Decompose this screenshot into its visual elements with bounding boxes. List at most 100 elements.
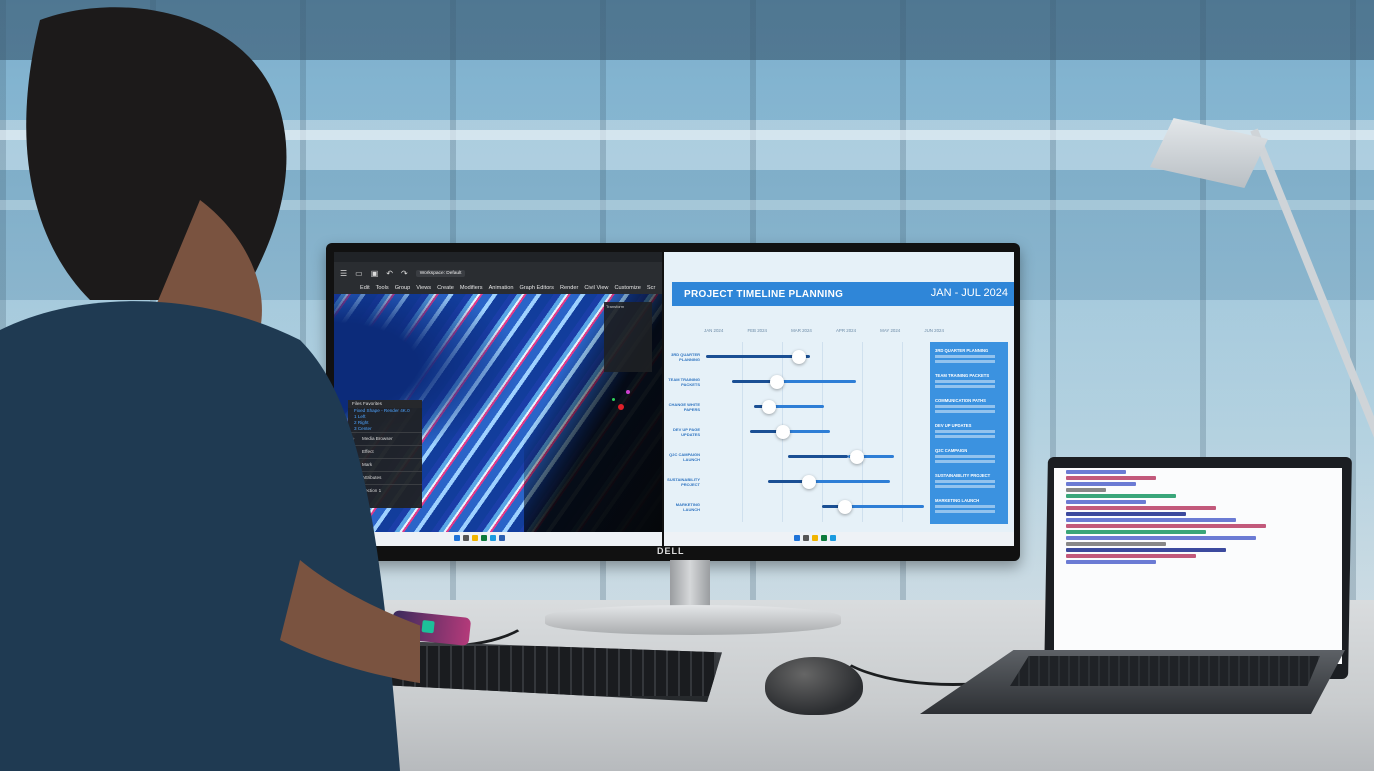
month-label: JUN 2024 xyxy=(924,328,944,333)
menu-render[interactable]: Render xyxy=(560,285,578,291)
side-entry-text xyxy=(935,510,995,513)
row-label: DEV UP PAGE UPDATES xyxy=(673,427,700,437)
row-label: Q2C CAMPAIGN LAUNCH xyxy=(669,452,700,462)
gizmo-green[interactable] xyxy=(612,398,615,401)
month-label: MAR 2024 xyxy=(791,328,812,333)
side-entry-text xyxy=(935,410,995,413)
side-entry: MARKETING LAUNCH xyxy=(935,498,1005,513)
row-knob[interactable] xyxy=(770,375,784,389)
monitor-brand-logo: DELL xyxy=(657,546,685,556)
search-icon[interactable] xyxy=(463,535,469,541)
row-label: MARKETING LAUNCH xyxy=(675,502,700,512)
side-entry-text xyxy=(935,505,995,508)
menu-civil-view[interactable]: Civil View xyxy=(584,285,608,291)
side-entry-text xyxy=(935,385,995,388)
menu-graph-editors[interactable]: Graph Editors xyxy=(519,285,554,291)
side-entry-text xyxy=(935,355,995,358)
side-entry-text xyxy=(935,360,995,363)
month-label: FEB 2024 xyxy=(747,328,767,333)
menu-modifiers[interactable]: Modifiers xyxy=(460,285,483,291)
row-bar xyxy=(788,455,848,458)
timeline-row: 3RD QUARTER PLANNING xyxy=(664,348,934,370)
timeline-date-range: JAN - JUL 2024 xyxy=(930,287,1008,299)
app-icon[interactable] xyxy=(499,535,505,541)
row-bar xyxy=(848,505,924,508)
app-icon[interactable] xyxy=(481,535,487,541)
search-icon[interactable] xyxy=(803,535,809,541)
code-line xyxy=(1066,512,1186,516)
side-entry-text xyxy=(935,460,995,463)
side-entry-title: DEV UP UPDATES xyxy=(935,423,972,428)
browser-icon[interactable] xyxy=(830,535,836,541)
side-entry: COMMUNICATION PATHS xyxy=(935,398,1005,413)
row-label: CHANGE WHITE PAPERS xyxy=(668,402,700,412)
row-knob[interactable] xyxy=(838,500,852,514)
gizmo-magenta[interactable] xyxy=(626,390,630,394)
code-line xyxy=(1066,476,1156,480)
code-line xyxy=(1066,536,1256,540)
code-line xyxy=(1066,560,1156,564)
month-label: JAN 2024 xyxy=(704,328,724,333)
side-entry-text xyxy=(935,435,995,438)
side-entry: TEAM TRAINING PACKETS xyxy=(935,373,1005,388)
menu-customize[interactable]: Customize xyxy=(614,285,640,291)
side-entry: 3RD QUARTER PLANNING xyxy=(935,348,1005,363)
side-entry-text xyxy=(935,430,995,433)
transform-panel: Transform xyxy=(604,302,652,372)
person xyxy=(0,7,420,771)
code-line xyxy=(1066,506,1216,510)
row-knob[interactable] xyxy=(802,475,816,489)
folder-icon[interactable] xyxy=(812,535,818,541)
row-bar xyxy=(776,380,856,383)
taskbar-icons xyxy=(454,535,505,541)
side-entry: SUSTAINABILITY PROJECT xyxy=(935,473,1005,488)
timeline-row: Q2C CAMPAIGN LAUNCH xyxy=(664,448,934,470)
row-knob[interactable] xyxy=(762,400,776,414)
start-icon[interactable] xyxy=(454,535,460,541)
code-editor xyxy=(1054,468,1342,664)
app-icon[interactable] xyxy=(821,535,827,541)
code-line xyxy=(1066,500,1146,504)
menu-scr[interactable]: Scr xyxy=(647,285,655,291)
side-entry-title: MARKETING LAUNCH xyxy=(935,498,980,503)
code-line xyxy=(1066,548,1226,552)
code-line xyxy=(1066,524,1266,528)
month-label: MAY 2024 xyxy=(880,328,901,333)
side-entry: Q2C CAMPAIGN xyxy=(935,448,1005,463)
menu-create[interactable]: Create xyxy=(437,285,454,291)
timeline-row: SUSTAINABILITY PROJECT xyxy=(664,473,934,495)
timeline-row: TEAM TRAINING PACKETS xyxy=(664,373,934,395)
timeline-header: PROJECT TIMELINE PLANNING JAN - JUL 2024 xyxy=(672,282,1014,306)
timeline-row: CHANGE WHITE PAPERS xyxy=(664,398,934,420)
phone-app-icon xyxy=(421,620,435,634)
side-entry-text xyxy=(935,380,995,383)
start-icon[interactable] xyxy=(794,535,800,541)
row-knob[interactable] xyxy=(776,425,790,439)
side-entry-title: SUSTAINABILITY PROJECT xyxy=(935,473,991,478)
code-line xyxy=(1066,494,1176,498)
mouse xyxy=(765,657,863,715)
transform-title: Transform xyxy=(606,304,625,309)
side-entry: DEV UP UPDATES xyxy=(935,423,1005,438)
folder-icon[interactable] xyxy=(472,535,478,541)
timeline-row: MARKETING LAUNCH xyxy=(664,498,934,520)
side-entry-title: 3RD QUARTER PLANNING xyxy=(935,348,989,353)
row-knob[interactable] xyxy=(792,350,806,364)
code-line xyxy=(1066,470,1126,474)
row-bar xyxy=(784,430,830,433)
browser-icon[interactable] xyxy=(490,535,496,541)
timeline-side-panel: 3RD QUARTER PLANNING TEAM TRAINING PACKE… xyxy=(930,342,1008,524)
menu-animation[interactable]: Animation xyxy=(489,285,514,291)
workspace-select[interactable]: Workspace: Default xyxy=(415,269,466,277)
right-taskbar xyxy=(664,532,1014,546)
side-entry-title: Q2C CAMPAIGN xyxy=(935,448,968,453)
row-bar xyxy=(768,405,824,408)
gizmo-red[interactable] xyxy=(618,404,624,410)
side-entry-text xyxy=(935,455,995,458)
row-knob[interactable] xyxy=(850,450,864,464)
side-entry-text xyxy=(935,485,995,488)
row-label: SUSTAINABILITY PROJECT xyxy=(667,477,700,487)
laptop-keyboard xyxy=(1010,656,1320,686)
right-screen-timeline: PROJECT TIMELINE PLANNING JAN - JUL 2024… xyxy=(664,252,1014,546)
month-label: APR 2024 xyxy=(836,328,857,333)
